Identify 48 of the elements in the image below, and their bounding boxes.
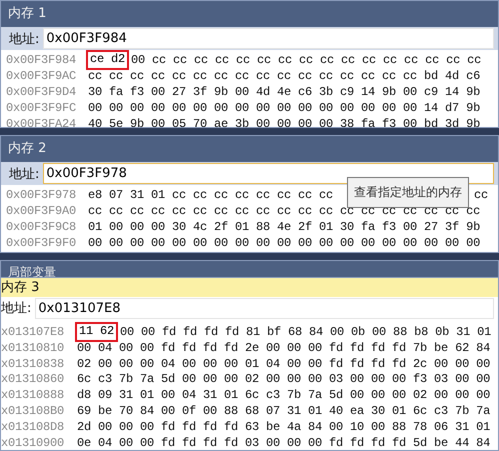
pane-title: 局部变量 <box>7 265 56 279</box>
hex-bytes: 00 00 fd fd fd fd 81 bf 68 84 00 0b 00 88 b8 0b 31 01 <box>120 324 492 340</box>
memory-address: 0x00F3F9C8 <box>5 219 78 235</box>
hex-bytes: 30 fa f3 00 27 3f 9b 00 4d 4e c6 3b c9 14 9b 00 c9 14 9b <box>88 84 480 100</box>
highlighted-bytes: ce d2 <box>86 50 130 70</box>
memory-address: 0x00F3F9D4 <box>5 84 78 100</box>
memory-address: x01310810 <box>1 340 66 356</box>
hex-bytes: 01 00 00 00 30 4c 2f 01 88 4e 2f 01 30 fa f3 00 27 3f 9b <box>88 219 480 235</box>
memory-address: 0x00F3F9A0 <box>5 203 78 219</box>
hex-bytes: d8 09 31 01 00 04 31 01 6c c3 7b 7a 5d 00 00 00 02 00 00 00 <box>77 387 490 403</box>
memory-address: x01310900 <box>1 434 66 450</box>
pane-title: 内存 1 <box>1 1 498 27</box>
address-field[interactable]: 0x00F3F984 <box>43 28 494 49</box>
memory-address: x01310888 <box>1 387 66 403</box>
pane-header[interactable]: 局部变量 <box>0 260 499 277</box>
hex-bytes: cc <box>474 187 488 203</box>
hex-bytes: e8 07 31 01 cc cc cc cc cc cc cc cc <box>88 187 334 203</box>
address-label: 地址: <box>1 300 32 317</box>
memory-address: 0x00F3FA24 <box>5 116 78 127</box>
hex-bytes: cc cc cc cc cc cc cc cc cc cc cc cc cc cc cc cc bd 4d c6 <box>88 68 480 84</box>
memory-address: x013107E8 <box>1 324 66 340</box>
address-field[interactable]: 0x00F3F978 <box>43 163 494 184</box>
memory-address: 0x00F3F984 <box>5 52 78 68</box>
hex-bytes: 40 5e 9b 00 05 70 ae 3b 00 00 00 00 38 fa f3 00 bd 3d 9b <box>88 116 480 127</box>
hex-bytes: 0e 04 00 00 fd fd fd fd 03 00 00 00 fd fd fd fd 5d be 44 84 <box>77 434 490 450</box>
address-label: 地址: <box>9 166 40 182</box>
hex-bytes: 02 00 00 00 04 00 00 00 01 04 00 00 fd fd fd fd 2c 00 00 00 <box>77 356 490 372</box>
memory-address: x01310860 <box>1 371 66 388</box>
hex-bytes: 00 cc cc cc cc cc cc cc cc cc cc cc cc cc cc cc cc <box>131 52 482 68</box>
pane-title: 内存 3 <box>1 278 498 297</box>
memory-address: 0x00F3F9AC <box>5 68 78 84</box>
address-field[interactable]: 0x013107E8 <box>35 298 494 318</box>
tooltip: 查看指定地址的内存 <box>347 177 469 208</box>
memory-address: x013108B0 <box>1 402 66 419</box>
memory-address: x01310838 <box>1 356 66 372</box>
hex-bytes: 2d 00 00 00 fd fd fd fd 63 be 4a 84 00 10 00 88 78 06 31 01 <box>77 418 490 435</box>
hex-bytes: 00 00 00 00 00 00 00 00 00 00 00 00 00 00 00 00 14 d7 9b <box>88 100 480 116</box>
hex-bytes: 00 00 00 00 00 00 00 00 00 00 00 00 00 00 00 00 00 00 00 <box>88 235 480 251</box>
hex-bytes: 6c c3 7b 7a 5d 00 00 00 02 00 00 00 03 00 00 00 f3 03 00 00 <box>77 371 490 388</box>
memory-address: 0x00F3F9F0 <box>5 235 78 251</box>
memory-address: x013108D8 <box>1 418 66 435</box>
hex-bytes: 69 be 70 84 00 0f 00 88 68 07 31 01 40 ea 30 01 6c c3 7b 7a <box>77 402 490 419</box>
pane-title: 内存 2 <box>1 136 498 162</box>
memory-address: 0x00F3F9FC <box>5 100 78 116</box>
address-label: 地址: <box>9 30 40 48</box>
memory-address: 0x00F3F978 <box>5 187 78 203</box>
highlighted-bytes: 11 62 <box>75 322 118 342</box>
hex-bytes: 00 04 00 00 fd fd fd fd 2e 00 00 00 fd fd fd fd 7b be 62 84 <box>77 340 490 356</box>
